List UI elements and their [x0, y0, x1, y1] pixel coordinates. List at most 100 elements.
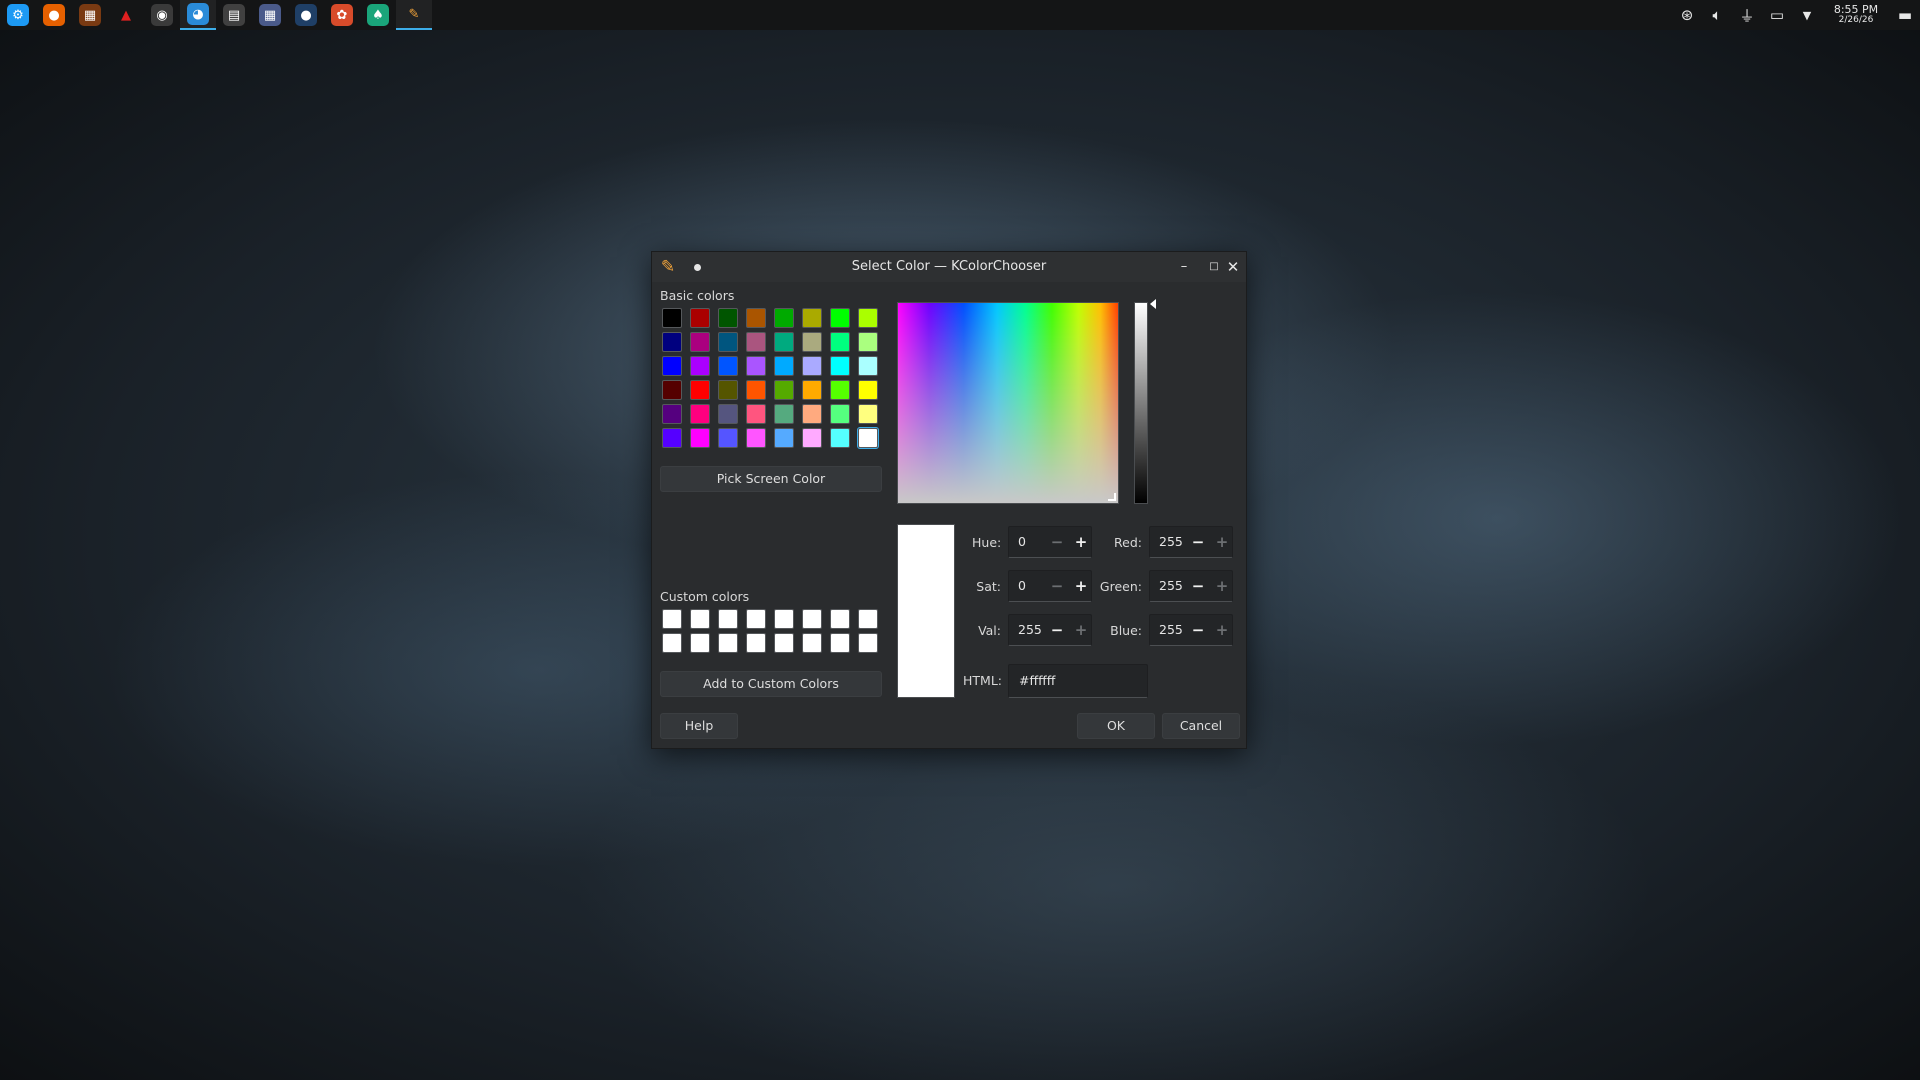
basic-color-swatch[interactable] — [774, 380, 794, 400]
triangle-red-launcher[interactable]: ▲ — [108, 0, 144, 30]
basic-color-swatch[interactable] — [690, 332, 710, 352]
basic-color-swatch[interactable] — [690, 428, 710, 448]
green-spinbox[interactable]: 255 − + — [1149, 570, 1233, 602]
green-increment-button[interactable]: + — [1212, 571, 1232, 601]
basic-color-swatch[interactable] — [718, 332, 738, 352]
show-desktop-icon[interactable]: ▬ — [1890, 0, 1920, 30]
color-wheel-app-launcher[interactable]: ◕ — [180, 0, 216, 30]
custom-color-swatch[interactable] — [802, 633, 822, 653]
system-icon[interactable]: ⊛ — [1672, 0, 1702, 30]
custom-color-swatch[interactable] — [690, 609, 710, 629]
val-spinbox[interactable]: 255 − + — [1008, 614, 1092, 646]
basic-color-swatch[interactable] — [774, 404, 794, 424]
basic-color-swatch[interactable] — [830, 356, 850, 376]
grid-app-launcher[interactable]: ▦ — [252, 0, 288, 30]
blue-decrement-button[interactable]: − — [1188, 615, 1208, 645]
custom-color-swatch[interactable] — [690, 633, 710, 653]
basic-color-swatch[interactable] — [802, 332, 822, 352]
sat-spinbox[interactable]: 0 − + — [1008, 570, 1092, 602]
cancel-button[interactable]: Cancel — [1162, 713, 1240, 739]
basic-color-swatch[interactable] — [802, 404, 822, 424]
basic-color-swatch[interactable] — [718, 428, 738, 448]
basic-color-swatch[interactable] — [858, 380, 878, 400]
basic-color-swatch[interactable] — [830, 332, 850, 352]
custom-color-swatch[interactable] — [858, 633, 878, 653]
basic-color-swatch[interactable] — [690, 308, 710, 328]
volume-icon[interactable]: 🔈︎ — [1702, 0, 1732, 30]
title-bar[interactable]: ✎ Select Color — KColorChooser – □ ✕ — [652, 252, 1246, 282]
maximize-icon[interactable]: □ — [1204, 257, 1224, 277]
custom-color-swatch[interactable] — [830, 609, 850, 629]
basic-color-swatch[interactable] — [718, 404, 738, 424]
red-spinbox[interactable]: 255 − + — [1149, 526, 1233, 558]
custom-color-swatch[interactable] — [718, 633, 738, 653]
basic-color-swatch[interactable] — [718, 356, 738, 376]
hue-increment-button[interactable]: + — [1071, 527, 1091, 557]
val-increment-button[interactable]: + — [1071, 615, 1091, 645]
kde-app-launcher[interactable]: ⚙ — [0, 0, 36, 30]
basic-color-swatch[interactable] — [858, 308, 878, 328]
custom-color-swatch[interactable] — [718, 609, 738, 629]
basic-color-swatch[interactable] — [830, 380, 850, 400]
close-icon[interactable]: ✕ — [1223, 257, 1243, 277]
basic-color-swatch[interactable] — [774, 428, 794, 448]
basic-color-swatch[interactable] — [830, 404, 850, 424]
basic-color-swatch[interactable] — [662, 308, 682, 328]
basic-color-swatch[interactable] — [802, 356, 822, 376]
custom-color-swatch[interactable] — [830, 633, 850, 653]
basic-color-swatch[interactable] — [662, 404, 682, 424]
basic-color-swatch[interactable] — [774, 356, 794, 376]
custom-color-swatch[interactable] — [802, 609, 822, 629]
custom-color-swatch[interactable] — [774, 633, 794, 653]
custom-color-swatch[interactable] — [746, 609, 766, 629]
terminal-app-launcher[interactable]: ▤ — [216, 0, 252, 30]
red-decrement-button[interactable]: − — [1188, 527, 1208, 557]
add-to-custom-colors-button[interactable]: Add to Custom Colors — [660, 671, 882, 697]
value-slider[interactable] — [1134, 302, 1148, 504]
basic-color-swatch[interactable] — [662, 380, 682, 400]
basic-color-swatch[interactable] — [746, 404, 766, 424]
color-picker-app-launcher[interactable]: ✎ — [396, 0, 432, 30]
basic-color-swatch[interactable] — [802, 308, 822, 328]
basic-color-swatch[interactable] — [746, 428, 766, 448]
basic-color-swatch[interactable] — [746, 308, 766, 328]
blue-circle-app-launcher[interactable]: ● — [288, 0, 324, 30]
basic-color-swatch[interactable] — [690, 380, 710, 400]
basic-color-swatch[interactable] — [718, 380, 738, 400]
basic-color-swatch[interactable] — [746, 332, 766, 352]
basic-color-swatch[interactable] — [802, 428, 822, 448]
red-increment-button[interactable]: + — [1212, 527, 1232, 557]
green-app-launcher[interactable]: ♠ — [360, 0, 396, 30]
val-decrement-button[interactable]: − — [1047, 615, 1067, 645]
basic-color-swatch[interactable] — [662, 332, 682, 352]
hue-spinbox[interactable]: 0 − + — [1008, 526, 1092, 558]
basic-color-swatch[interactable] — [858, 332, 878, 352]
blue-increment-button[interactable]: + — [1212, 615, 1232, 645]
value-slider-handle[interactable] — [1150, 299, 1156, 309]
basic-color-swatch[interactable] — [662, 356, 682, 376]
green-decrement-button[interactable]: − — [1188, 571, 1208, 601]
basic-color-swatch[interactable] — [858, 404, 878, 424]
help-button[interactable]: Help — [660, 713, 738, 739]
chevron-down-icon[interactable]: ▼ — [1792, 0, 1822, 30]
minimize-icon[interactable]: – — [1174, 257, 1194, 277]
blue-spinbox[interactable]: 255 − + — [1149, 614, 1233, 646]
ok-button[interactable]: OK — [1077, 713, 1155, 739]
basic-color-swatch[interactable] — [857, 427, 879, 449]
basic-color-swatch[interactable] — [662, 428, 682, 448]
html-color-input[interactable]: #ffffff — [1008, 664, 1148, 698]
basic-color-swatch[interactable] — [774, 332, 794, 352]
custom-color-swatch[interactable] — [662, 609, 682, 629]
custom-color-swatch[interactable] — [662, 633, 682, 653]
sat-decrement-button[interactable]: − — [1047, 571, 1067, 601]
hue-decrement-button[interactable]: − — [1047, 527, 1067, 557]
display-icon[interactable]: ▭ — [1762, 0, 1792, 30]
firefox-launcher[interactable]: ● — [36, 0, 72, 30]
pick-screen-color-button[interactable]: Pick Screen Color — [660, 466, 882, 492]
custom-color-swatch[interactable] — [746, 633, 766, 653]
custom-color-swatch[interactable] — [858, 609, 878, 629]
basic-color-swatch[interactable] — [830, 308, 850, 328]
basic-color-swatch[interactable] — [690, 404, 710, 424]
custom-color-swatch[interactable] — [774, 609, 794, 629]
basic-color-swatch[interactable] — [690, 356, 710, 376]
